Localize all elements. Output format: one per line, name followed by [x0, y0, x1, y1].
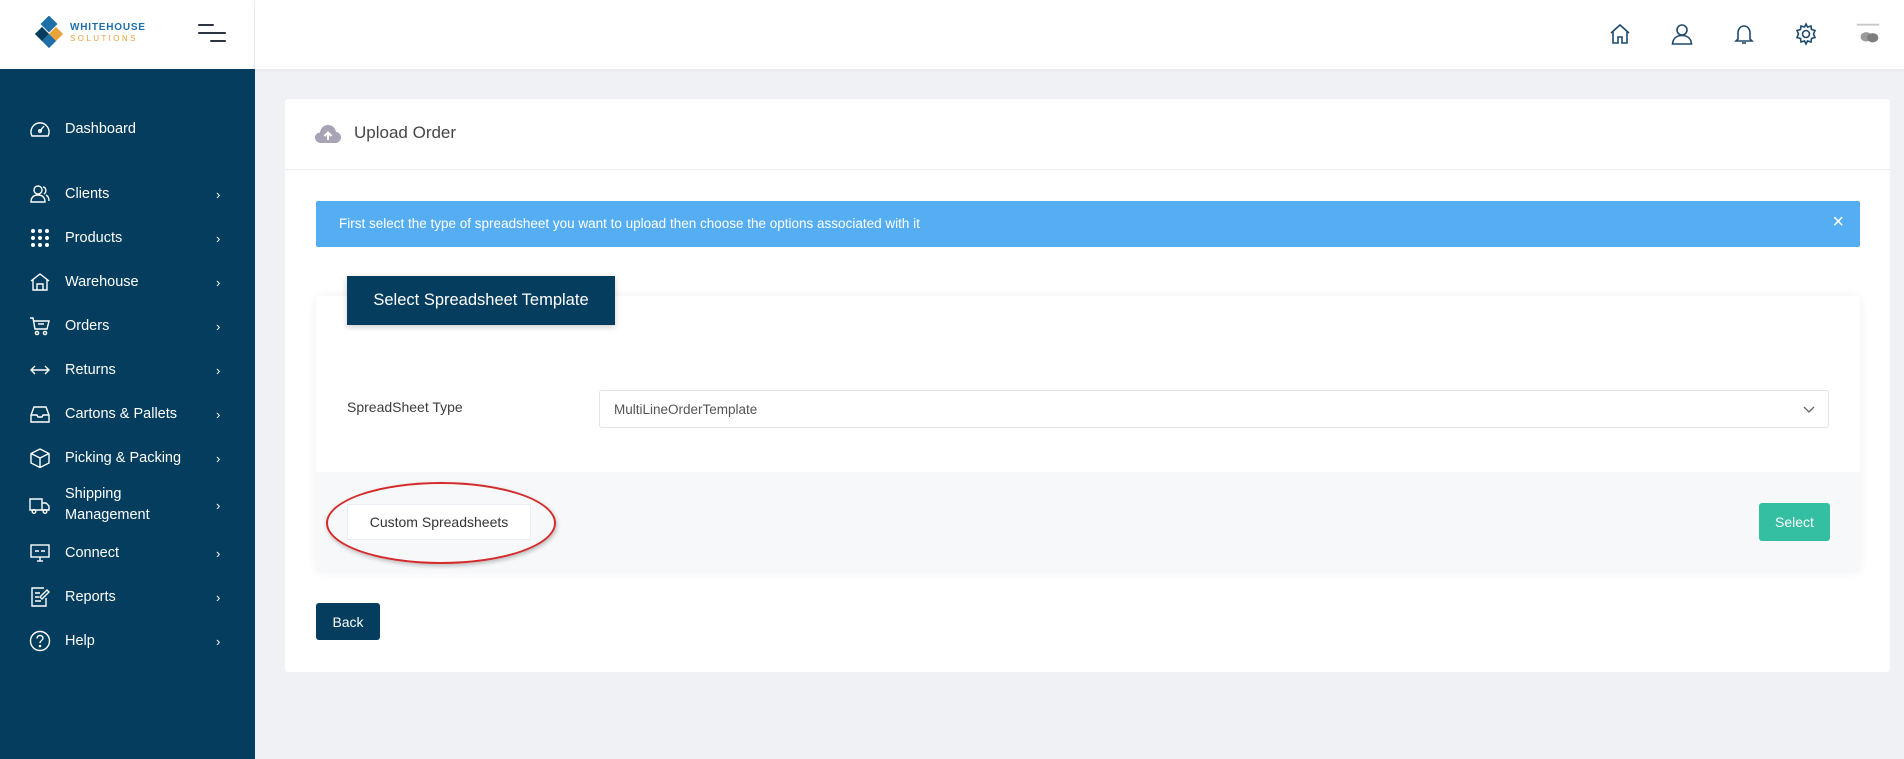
sidebar-item-help[interactable]: Help › [0, 622, 255, 660]
sidebar-item-reports[interactable]: Reports › [0, 578, 255, 616]
logo-mark-icon [34, 16, 64, 49]
custom-spreadsheets-button[interactable]: Custom Spreadsheets [347, 504, 531, 540]
reports-icon [29, 586, 51, 608]
chevron-right-icon: › [216, 406, 221, 422]
sidebar-item-label: Cartons & Pallets [65, 405, 178, 422]
chevron-right-icon: › [216, 497, 221, 513]
sidebar-item-returns[interactable]: Returns › [0, 351, 255, 389]
cart-icon [29, 315, 51, 337]
sidebar-item-warehouse[interactable]: Warehouse › [0, 263, 255, 301]
sidebar-item-label: Returns [65, 361, 116, 378]
alert-text: First select the type of spreadsheet you… [339, 216, 920, 231]
returns-icon [29, 359, 51, 381]
chevron-right-icon: › [216, 230, 221, 246]
truck-icon [29, 494, 51, 516]
select-button[interactable]: Select [1759, 503, 1830, 541]
info-alert: First select the type of spreadsheet you… [316, 201, 1860, 247]
chevron-down-icon [1803, 406, 1815, 413]
clients-icon [29, 183, 51, 205]
sidebar-item-label: Help [65, 632, 95, 649]
logo[interactable]: WHITEHOUSE SOLUTIONS [34, 16, 146, 50]
logo-name: WHITEHOUSE [70, 22, 146, 33]
sidebar-item-cartons-pallets[interactable]: Cartons & Pallets › [0, 395, 255, 433]
sidebar-item-label: Orders [65, 317, 110, 334]
cartons-icon [29, 403, 51, 425]
bell-icon[interactable] [1730, 20, 1758, 48]
card-header: Upload Order [285, 99, 1890, 170]
select-value: MultiLineOrderTemplate [614, 402, 758, 417]
top-bar [255, 0, 1904, 69]
gear-icon[interactable] [1792, 20, 1820, 48]
spreadsheet-type-select[interactable]: MultiLineOrderTemplate [599, 390, 1829, 428]
sidebar-item-shipping-management[interactable]: Shipping Management › [0, 480, 255, 530]
sidebar-item-picking-packing[interactable]: Picking & Packing › [0, 439, 255, 477]
logo-subname: SOLUTIONS [70, 34, 138, 43]
chevron-right-icon: › [216, 186, 221, 202]
connect-icon [29, 542, 51, 564]
chevron-right-icon: › [216, 318, 221, 334]
sidebar-item-label: Picking & Packing [65, 449, 182, 466]
sidebar-item-label: Clients [65, 185, 110, 202]
box-icon [29, 447, 51, 469]
hamburger-menu-icon[interactable] [198, 24, 226, 44]
sidebar-item-label: Reports [65, 588, 116, 605]
sidebar-item-dashboard[interactable]: Dashboard [0, 110, 255, 148]
sidebar-item-orders[interactable]: Orders › [0, 307, 255, 345]
chevron-right-icon: › [216, 589, 221, 605]
chevron-right-icon: › [216, 362, 221, 378]
logo-area: WHITEHOUSE SOLUTIONS [0, 0, 255, 69]
sidebar: Dashboard Clients › Products › Warehouse… [0, 69, 255, 759]
home-icon[interactable] [1606, 20, 1634, 48]
help-icon [29, 630, 51, 652]
avatar[interactable] [1854, 20, 1882, 48]
sidebar-item-label: Connect [65, 544, 120, 561]
user-icon[interactable] [1668, 20, 1696, 48]
sidebar-item-label: Products [65, 229, 123, 246]
back-button[interactable]: Back [316, 603, 380, 640]
chevron-right-icon: › [216, 633, 221, 649]
chevron-right-icon: › [216, 450, 221, 466]
sidebar-item-clients[interactable]: Clients › [0, 175, 255, 213]
sidebar-item-label: Dashboard [65, 120, 136, 137]
warehouse-icon [29, 271, 51, 293]
sidebar-item-products[interactable]: Products › [0, 219, 255, 257]
chevron-right-icon: › [216, 274, 221, 290]
sidebar-item-label: Warehouse [65, 273, 139, 290]
cloud-upload-icon [315, 125, 341, 143]
page-title: Upload Order [354, 123, 457, 142]
sidebar-item-connect[interactable]: Connect › [0, 534, 255, 572]
spreadsheet-type-label: SpreadSheet Type [347, 399, 463, 415]
upload-order-card: Upload Order First select the type of sp… [285, 99, 1890, 672]
panel-footer: Custom Spreadsheets Select [316, 472, 1860, 572]
products-grid-icon [29, 227, 51, 249]
close-icon[interactable]: × [1832, 212, 1844, 232]
spreadsheet-template-panel: Select Spreadsheet Template SpreadSheet … [316, 276, 1860, 572]
dashboard-icon [29, 118, 51, 140]
sidebar-item-label: Shipping Management [65, 486, 150, 523]
panel-title: Select Spreadsheet Template [347, 276, 615, 325]
chevron-right-icon: › [216, 545, 221, 561]
